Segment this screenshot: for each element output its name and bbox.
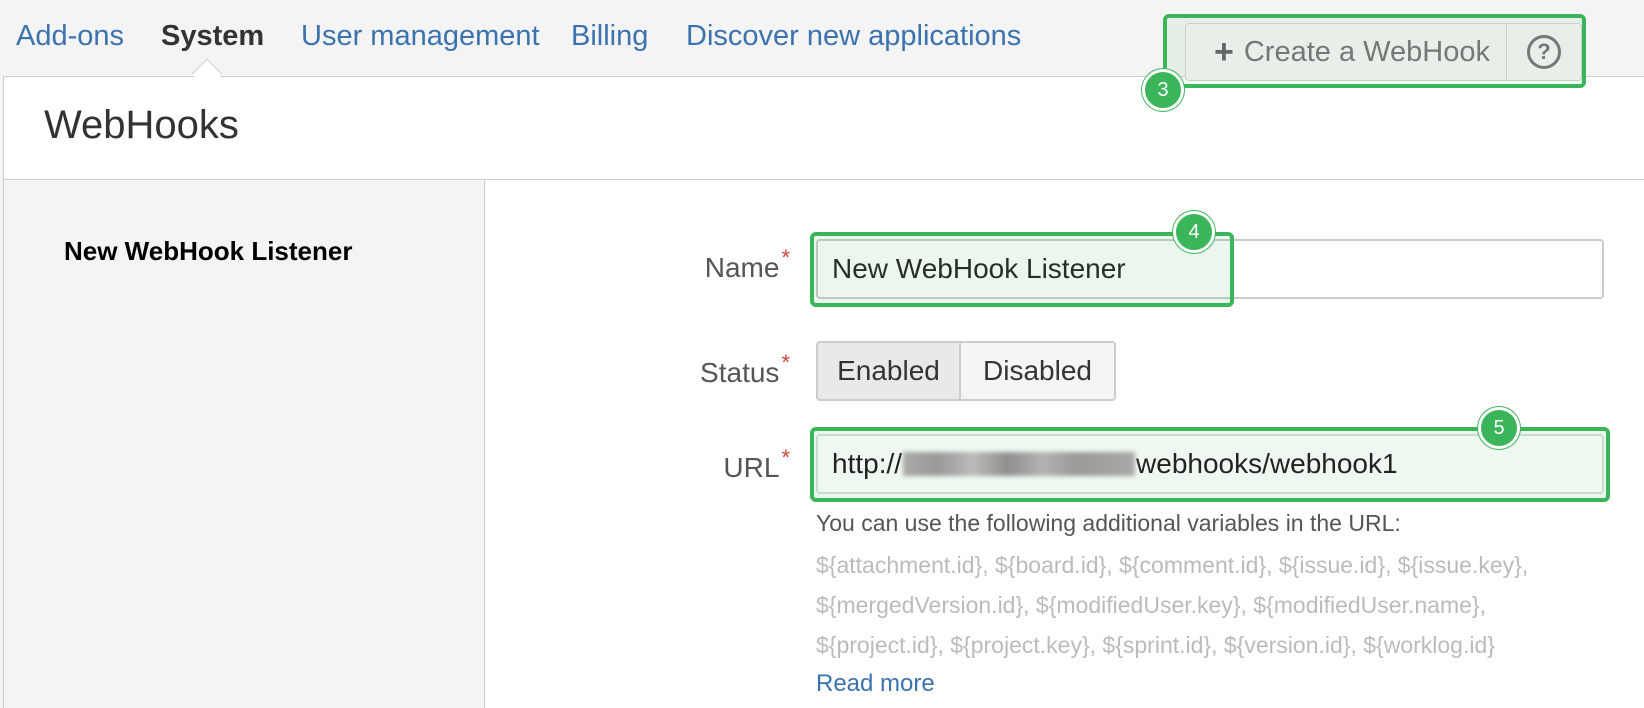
- tab-user-management[interactable]: User management: [301, 20, 540, 53]
- url-prefix: http://: [832, 448, 903, 479]
- tab-system[interactable]: System: [161, 20, 264, 53]
- url-variables-line-2: ${mergedVersion.id}, ${modifiedUser.key}…: [816, 592, 1486, 618]
- help-button[interactable]: ?: [1506, 23, 1582, 81]
- status-label-text: Status: [700, 357, 780, 388]
- sidebar-title: New WebHook Listener: [64, 236, 353, 266]
- read-more-link[interactable]: Read more: [816, 670, 935, 698]
- name-label-text: Name: [704, 252, 780, 283]
- tab-add-ons[interactable]: Add-ons: [16, 20, 124, 53]
- plus-icon: +: [1214, 33, 1234, 71]
- sidebar: New WebHook Listener: [4, 180, 485, 708]
- tab-discover-new-applications[interactable]: Discover new applications: [686, 20, 1021, 53]
- name-highlight: [810, 232, 1234, 307]
- url-suffix: webhooks/webhook1: [1136, 448, 1398, 479]
- url-variables-line-1: ${attachment.id}, ${board.id}, ${comment…: [816, 552, 1529, 578]
- question-circle-icon: ?: [1527, 35, 1561, 69]
- required-marker: *: [781, 245, 790, 270]
- url-label: URL*: [700, 445, 790, 484]
- page-title: WebHooks: [44, 103, 239, 147]
- redacted-host: [903, 452, 1136, 476]
- step-badge-3: 3: [1142, 69, 1184, 111]
- tab-billing[interactable]: Billing: [571, 20, 648, 53]
- required-marker: *: [781, 445, 790, 470]
- create-webhook-label: Create a WebHook: [1243, 35, 1490, 68]
- url-variables-line-3: ${project.id}, ${project.key}, ${sprint.…: [816, 632, 1495, 658]
- status-enabled-option[interactable]: Enabled: [818, 343, 961, 399]
- name-label: Name*: [700, 245, 790, 284]
- step-badge-5: 5: [1478, 407, 1520, 449]
- status-disabled-option[interactable]: Disabled: [961, 343, 1114, 399]
- status-label: Status*: [690, 350, 790, 389]
- create-webhook-button[interactable]: + Create a WebHook: [1185, 23, 1508, 81]
- url-label-text: URL: [723, 452, 780, 483]
- status-toggle: Enabled Disabled: [816, 341, 1116, 401]
- page-header: WebHooks: [4, 77, 1644, 180]
- url-help-text: You can use the following additional var…: [816, 510, 1401, 536]
- required-marker: *: [781, 350, 790, 375]
- step-badge-4: 4: [1173, 211, 1215, 253]
